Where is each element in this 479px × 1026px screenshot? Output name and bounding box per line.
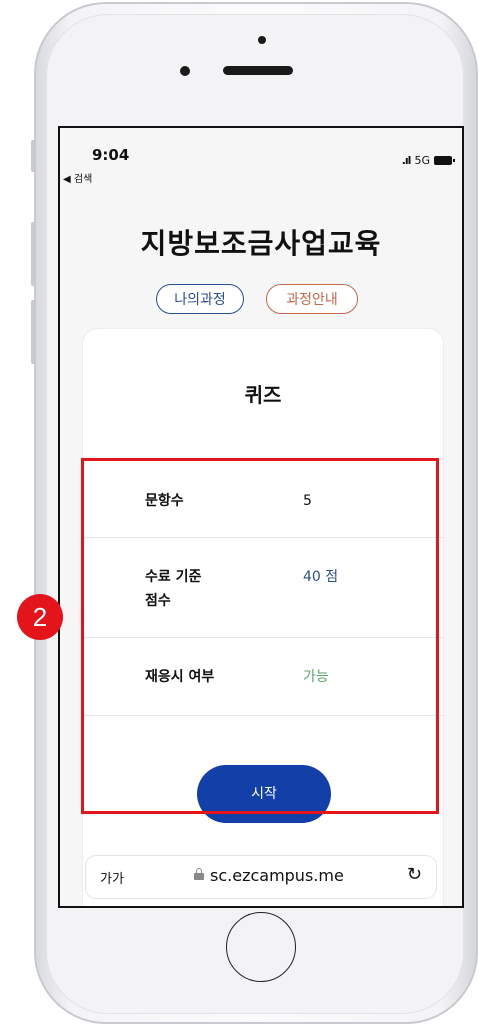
passing-score-label-line2: 점수 [145, 593, 171, 609]
back-to-search-link[interactable]: ◀ 검색 [63, 170, 92, 185]
front-camera [180, 66, 190, 76]
start-quiz-button[interactable]: 시작 [197, 765, 331, 823]
volume-down-button [31, 300, 36, 364]
retake-value: 가능 [303, 669, 329, 685]
divider [83, 459, 443, 460]
course-info-button[interactable]: 과정안내 [266, 284, 358, 314]
reload-icon[interactable]: ↻ [407, 864, 422, 885]
url-text[interactable]: sc.ezcampus.me [210, 866, 344, 885]
question-count-label: 문항수 [145, 493, 184, 509]
question-count-value: 5 [303, 493, 312, 509]
quiz-card: 퀴즈 문항수 5 수료 기준 점수 40 점 재응시 여부 가능 시작 [82, 328, 444, 906]
text-size-button[interactable]: 가가 [100, 868, 124, 887]
battery-icon [434, 156, 455, 165]
passing-score-label: 수료 기준 점수 [145, 565, 201, 613]
page-title: 지방보조금사업교육 [140, 227, 382, 260]
divider [83, 637, 443, 638]
signal-icon: .ıl [401, 154, 412, 167]
network-type: 5G [414, 154, 430, 167]
browser-address-bar[interactable]: 가가 sc.ezcampus.me ↻ [86, 856, 436, 898]
quiz-title: 퀴즈 [244, 383, 282, 407]
divider [83, 537, 443, 538]
passing-score-value: 40 점 [303, 569, 339, 585]
proximity-sensor [258, 36, 266, 44]
status-time: 9:04 [92, 146, 130, 164]
my-course-button[interactable]: 나의과정 [156, 284, 244, 314]
home-button[interactable] [226, 912, 296, 982]
step-number-badge: 2 [17, 594, 63, 640]
retake-label: 재응시 여부 [145, 669, 215, 685]
mute-switch [31, 140, 36, 172]
volume-up-button [31, 222, 36, 286]
lock-icon [194, 868, 204, 880]
divider [83, 715, 443, 716]
passing-score-label-line1: 수료 기준 [145, 569, 202, 585]
phone-screen: 9:04 ◀ 검색 .ıl 5G 지방보조금사업교육 나의과정 과정안내 퀴즈 … [58, 126, 464, 908]
earpiece-speaker [223, 66, 293, 75]
status-indicators: .ıl 5G [401, 154, 455, 167]
